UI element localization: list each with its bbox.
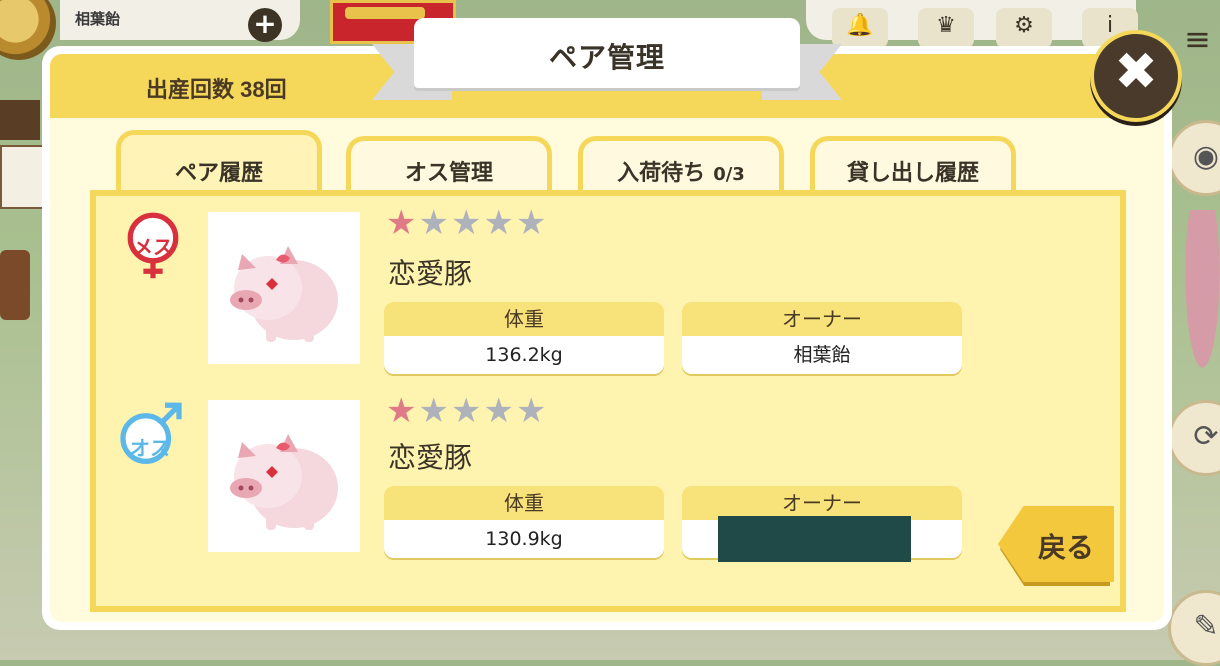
star-filled-icon: ★ (386, 391, 419, 431)
star-empty-icon: ★ (483, 203, 516, 243)
star-empty-icon: ★ (450, 391, 484, 431)
star-empty-icon: ★ (418, 203, 451, 243)
pig-image-card[interactable] (208, 212, 360, 364)
birth-count: 出産回数 38回 (146, 77, 287, 102)
close-icon: ✖ (1114, 42, 1158, 102)
star-empty-icon: ★ (450, 203, 484, 243)
modal-title: ペア管理 (548, 41, 665, 74)
redacted-owner (718, 516, 911, 562)
tab-label: オス管理 (404, 161, 493, 186)
ribbon-body: ペア管理 (414, 18, 800, 88)
background-tree (1176, 210, 1220, 420)
crown-icon[interactable]: ♛ (918, 8, 974, 48)
background-jar (0, 250, 30, 320)
player-name: 相葉飴 (75, 10, 121, 28)
owner-label: オーナー (682, 486, 962, 520)
camera-icon[interactable]: ◉ (1168, 120, 1220, 196)
tab-pair-history[interactable]: ペア履歴 (116, 130, 322, 199)
add-button[interactable]: + (248, 8, 282, 42)
tab-label: 入荷待ち 0/3 (617, 161, 745, 186)
pig-icon (230, 246, 338, 342)
rating-stars: ★★★★★ (386, 206, 548, 240)
weight-label: 体重 (384, 302, 664, 336)
menu-icon[interactable]: ≡ (1184, 20, 1211, 58)
weight-box: 体重 130.9kg (384, 486, 664, 558)
weight-box: 体重 136.2kg (384, 302, 664, 374)
star-empty-icon: ★ (483, 391, 516, 431)
star-filled-icon: ★ (386, 203, 419, 243)
pig-image-card[interactable] (208, 400, 360, 552)
awaiting-count: 0/3 (713, 164, 745, 185)
pig-name: 恋愛豚 (388, 442, 473, 473)
back-label: 戻る (1037, 531, 1094, 564)
notes-icon[interactable]: ✎ (1168, 590, 1220, 666)
star-empty-icon: ★ (515, 203, 549, 243)
background-sign (0, 145, 48, 209)
owner-value: 相葉飴 (682, 336, 962, 374)
owner-label: オーナー (682, 302, 962, 336)
male-label: オス (130, 436, 170, 460)
title-ribbon: ペア管理 (372, 14, 842, 110)
gear-icon[interactable]: ⚙ (996, 8, 1052, 48)
rating-stars: ★★★★★ (386, 394, 548, 428)
weight-label: 体重 (384, 486, 664, 520)
owner-box: オーナー 相葉飴 (682, 302, 962, 374)
pig-name: 恋愛豚 (388, 258, 473, 289)
star-empty-icon: ★ (418, 391, 451, 431)
tab-label: ペア履歴 (174, 161, 263, 186)
female-label: メス (133, 235, 173, 259)
close-button[interactable]: ✖ (1090, 30, 1182, 122)
weight-value: 136.2kg (384, 336, 664, 374)
background-item (0, 100, 40, 140)
weight-value: 130.9kg (384, 520, 664, 558)
pig-icon (230, 434, 338, 530)
star-empty-icon: ★ (515, 391, 549, 431)
back-button[interactable]: 戻る (998, 506, 1114, 586)
tab-label: 貸し出し履歴 (846, 161, 979, 186)
